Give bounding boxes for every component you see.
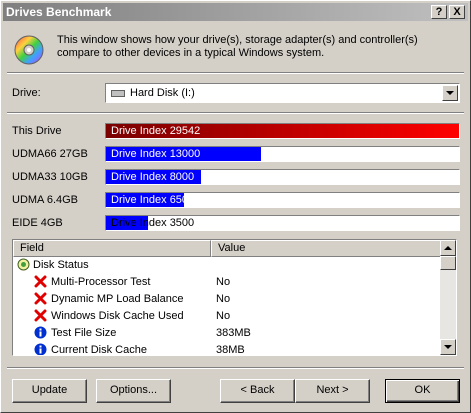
benchmark-label: UDMA66 27GB	[12, 148, 88, 160]
separator	[7, 367, 464, 369]
field-cell: Multi-Processor Test	[51, 276, 151, 288]
benchmark-bar: Drive Index 6500	[105, 192, 460, 208]
field-cell: Windows Disk Cache Used	[51, 310, 184, 322]
value-cell: No	[216, 293, 231, 305]
ok-button[interactable]: OK	[385, 379, 460, 403]
scroll-thumb[interactable]	[440, 256, 456, 270]
next-button[interactable]: Next >	[295, 379, 370, 403]
info-icon	[34, 326, 47, 339]
help-button[interactable]: ?	[431, 5, 447, 19]
value-cell: 383MB	[216, 327, 251, 339]
column-header-field[interactable]: Field	[13, 240, 211, 257]
title-bar[interactable]: Drives Benchmark ? X	[3, 3, 468, 21]
drive-selected-value: Hard Disk (I:)	[130, 87, 195, 99]
intro-text: This window shows how your drive(s), sto…	[57, 34, 418, 59]
field-cell: Test File Size	[51, 327, 117, 339]
value-cell: No	[216, 276, 231, 288]
field-cell: Dynamic MP Load Balance	[51, 293, 184, 305]
chevron-down-icon[interactable]	[442, 85, 458, 101]
red-x-icon	[34, 309, 47, 322]
value-cell: No	[216, 310, 231, 322]
update-button[interactable]: Update	[12, 379, 87, 403]
table-row[interactable]: Dynamic MP Load Balance No	[13, 291, 441, 308]
vertical-scrollbar[interactable]	[440, 240, 456, 355]
value-cell: 38MB	[216, 344, 245, 356]
benchmark-bar: Drive Index 13000	[105, 146, 460, 162]
benchmark-label: This Drive	[12, 125, 62, 137]
drives-benchmark-window: Drives Benchmark ? X This window shows h…	[0, 0, 471, 413]
benchmark-index-text: Drive Index 8000	[111, 171, 195, 183]
benchmark-bar: Drive Index 8000	[105, 169, 460, 185]
benchmark-index-text: Drive Index 29542	[111, 125, 201, 137]
drive-select[interactable]: Hard Disk (I:)	[105, 83, 460, 103]
scroll-down-button[interactable]	[440, 339, 456, 355]
benchmark-label: UDMA 6.4GB	[12, 194, 79, 206]
field-cell: Disk Status	[33, 259, 89, 271]
hard-disk-icon	[111, 90, 125, 97]
disc-icon	[14, 35, 44, 65]
benchmark-label: EIDE 4GB	[12, 217, 63, 229]
results-listview[interactable]: Field Value Disk Status Multi-Processor …	[12, 239, 457, 356]
table-row[interactable]: Current Disk Cache 38MB	[13, 342, 441, 356]
drive-label: Drive:	[12, 87, 41, 99]
separator	[7, 112, 464, 114]
table-row[interactable]: Windows Disk Cache Used No	[13, 308, 441, 325]
benchmark-bar: Drive Index 3500	[105, 215, 460, 231]
separator	[7, 72, 464, 74]
table-row[interactable]: Disk Status	[13, 257, 441, 274]
back-button[interactable]: < Back	[220, 379, 295, 403]
options-button[interactable]: Options...	[96, 379, 171, 403]
close-button[interactable]: X	[449, 5, 465, 19]
red-x-icon	[34, 275, 47, 288]
benchmark-index-text: Drive Index 13000	[111, 148, 201, 160]
scroll-up-button[interactable]	[440, 240, 456, 256]
window-title: Drives Benchmark	[6, 5, 112, 19]
field-cell: Current Disk Cache	[51, 344, 147, 356]
benchmark-index-text: Drive Index 3500	[111, 217, 195, 229]
column-header-value[interactable]: Value	[211, 240, 441, 257]
info-icon	[34, 343, 47, 355]
red-x-icon	[34, 292, 47, 305]
table-row[interactable]: Multi-Processor Test No	[13, 274, 441, 291]
status-group-icon	[17, 258, 30, 271]
benchmark-label: UDMA33 10GB	[12, 171, 88, 183]
benchmark-bar: Drive Index 29542	[105, 123, 460, 139]
table-row[interactable]: Test File Size 383MB	[13, 325, 441, 342]
benchmark-index-text: Drive Index 6500	[111, 194, 195, 206]
